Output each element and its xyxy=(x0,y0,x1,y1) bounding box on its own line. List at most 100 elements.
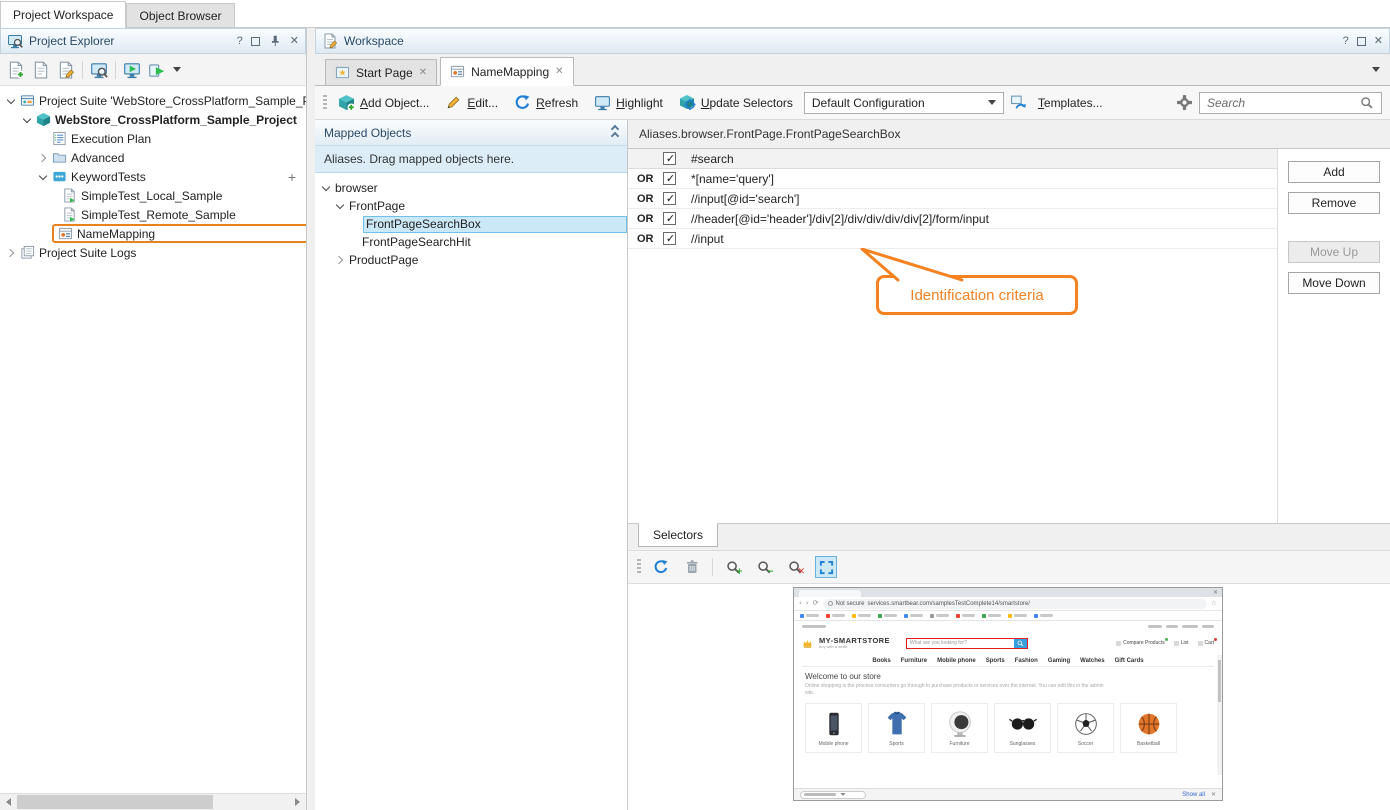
selector-checkbox[interactable] xyxy=(663,192,676,205)
expander-icon[interactable] xyxy=(321,183,331,193)
expander-icon[interactable] xyxy=(335,255,345,265)
move-up-button[interactable]: Move Up xyxy=(1288,241,1380,263)
add-item-icon[interactable] xyxy=(7,61,25,79)
sync-configurations-icon[interactable] xyxy=(1010,94,1027,111)
tree-item-frontpage[interactable]: FrontPage xyxy=(315,197,627,215)
selector-row[interactable]: OR //input[@id='search'] xyxy=(628,189,1277,209)
store-category-cards: Mobile phone Sports Furniture Sunglasses… xyxy=(805,703,1214,753)
scroll-left-icon[interactable] xyxy=(0,794,17,810)
horizontal-scrollbar[interactable] xyxy=(0,793,306,810)
move-down-button[interactable]: Move Down xyxy=(1288,272,1380,294)
namemapping-icon xyxy=(450,64,465,79)
reload-icon: ⟳ xyxy=(813,600,819,607)
url-field: Not secure services.smartbear.com/sample… xyxy=(823,599,1207,609)
configuration-select[interactable]: Default Configuration xyxy=(804,92,1004,114)
close-icon[interactable]: ✕ xyxy=(1374,36,1383,47)
zoom-reset-icon[interactable]: ✕ xyxy=(784,556,806,578)
selector-row[interactable]: OR //input xyxy=(628,229,1277,249)
scroll-right-icon[interactable] xyxy=(289,794,306,810)
delete-image-icon[interactable] xyxy=(681,556,703,578)
pin-icon[interactable] xyxy=(268,34,282,48)
gear-icon[interactable] xyxy=(1176,94,1193,111)
tab-start-page[interactable]: Start Page ✕ xyxy=(325,59,437,85)
selector-checkbox[interactable] xyxy=(663,232,676,245)
refresh-preview-icon[interactable] xyxy=(650,556,672,578)
scrollbar-thumb[interactable] xyxy=(17,795,213,809)
float-icon[interactable] xyxy=(251,37,260,46)
tree-item-browser[interactable]: browser xyxy=(315,179,627,197)
tree-item-simpletest-remote[interactable]: SimpleTest_Remote_Sample xyxy=(0,205,306,224)
tree-item-project-suite[interactable]: Project Suite 'WebStore_CrossPlatform_Sa… xyxy=(0,91,306,110)
tab-namemapping[interactable]: NameMapping ✕ xyxy=(440,57,573,86)
store-nav: Books Furniture Mobile phone Sports Fash… xyxy=(802,655,1214,667)
tree-item-keywordtests[interactable]: KeywordTests + xyxy=(0,167,306,186)
logs-icon xyxy=(20,245,35,260)
templates-button[interactable]: Templates... xyxy=(1033,93,1108,113)
tab-list-dropdown-icon[interactable] xyxy=(1372,67,1380,72)
keyword-test-icon xyxy=(62,188,77,203)
add-keyword-test-icon[interactable]: + xyxy=(288,170,296,184)
add-existing-item-icon[interactable] xyxy=(32,61,50,79)
search-icon xyxy=(1360,96,1374,110)
tree-item-execution-plan[interactable]: Execution Plan xyxy=(0,129,306,148)
help-icon[interactable]: ? xyxy=(237,36,243,47)
refresh-button[interactable]: Refresh xyxy=(509,91,583,114)
edit-button[interactable]: Edit... xyxy=(440,91,503,114)
zoom-in-icon[interactable]: + xyxy=(722,556,744,578)
close-tab-icon[interactable]: ✕ xyxy=(419,68,427,78)
expander-icon[interactable] xyxy=(335,201,345,211)
tree-item-namemapping[interactable]: NameMapping xyxy=(0,224,306,243)
close-tab-icon[interactable]: ✕ xyxy=(555,67,563,77)
document-tab-bar: Start Page ✕ NameMapping ✕ xyxy=(315,54,1390,86)
selector-checkbox[interactable] xyxy=(663,152,676,165)
tree-item-simpletest-local[interactable]: SimpleTest_Local_Sample xyxy=(0,186,306,205)
expander-icon[interactable] xyxy=(38,172,48,182)
expander-icon[interactable] xyxy=(38,153,48,163)
zoom-out-icon[interactable]: − xyxy=(753,556,775,578)
edit-item-icon[interactable] xyxy=(57,61,75,79)
tab-object-browser[interactable]: Object Browser xyxy=(126,3,234,27)
store-intro-text: Online shopping is the process consumers… xyxy=(805,683,1105,697)
tree-item-productpage[interactable]: ProductPage xyxy=(315,251,627,269)
run-remote-icon[interactable] xyxy=(148,61,166,79)
tab-selectors[interactable]: Selectors xyxy=(638,523,718,547)
selector-checkbox[interactable] xyxy=(663,212,676,225)
selector-row[interactable]: #search xyxy=(628,149,1277,169)
tree-item-frontpagesearchbox[interactable]: FrontPageSearchBox xyxy=(315,215,627,233)
expander-icon[interactable] xyxy=(22,115,32,125)
category-card: Furniture xyxy=(931,703,988,753)
highlight-button[interactable]: Highlight xyxy=(589,91,668,114)
expander-icon[interactable] xyxy=(6,248,16,258)
collapse-icon[interactable] xyxy=(612,126,618,139)
aliases-drop-hint: Aliases. Drag mapped objects here. xyxy=(315,146,627,173)
back-icon: ‹ xyxy=(799,600,802,607)
add-object-button[interactable]: Add Object... xyxy=(333,91,434,114)
expander-icon[interactable] xyxy=(6,96,16,106)
add-button[interactable]: Add xyxy=(1288,161,1380,183)
selector-row[interactable]: OR //header[@id='header']/div[2]/div/div… xyxy=(628,209,1277,229)
run-dropdown-icon[interactable] xyxy=(173,67,181,72)
run-local-icon[interactable] xyxy=(123,61,141,79)
selector-checkbox[interactable] xyxy=(663,172,676,185)
mapped-objects-panel: Mapped Objects Aliases. Drag mapped obje… xyxy=(315,120,628,810)
sports-jersey-image xyxy=(882,709,912,739)
mobile-phone-image xyxy=(819,709,849,739)
tab-project-workspace[interactable]: Project Workspace xyxy=(0,1,126,28)
update-selectors-button[interactable]: Update Selectors xyxy=(674,91,798,114)
object-spy-icon[interactable] xyxy=(90,61,108,79)
object-fullname: Aliases.browser.FrontPage.FrontPageSearc… xyxy=(628,120,1390,148)
search-input[interactable]: Search xyxy=(1199,92,1382,114)
editor-tab-strip: Selectors xyxy=(628,524,1390,550)
store-utility-bar xyxy=(802,622,1214,631)
store-search-box-highlighted: What are you looking for? xyxy=(906,638,1028,649)
tree-item-project-suite-logs[interactable]: Project Suite Logs xyxy=(0,243,306,262)
float-icon[interactable] xyxy=(1357,37,1366,46)
tree-item-advanced[interactable]: Advanced xyxy=(0,148,306,167)
selector-row[interactable]: OR *[name='query'] xyxy=(628,169,1277,189)
tree-item-project[interactable]: WebStore_CrossPlatform_Sample_Project xyxy=(0,110,306,129)
remove-button[interactable]: Remove xyxy=(1288,192,1380,214)
help-icon[interactable]: ? xyxy=(1343,36,1349,47)
close-icon[interactable]: ✕ xyxy=(290,36,299,47)
tree-item-frontpagesearchhit[interactable]: FrontPageSearchHit xyxy=(315,233,627,251)
fit-to-window-icon[interactable] xyxy=(815,556,837,578)
